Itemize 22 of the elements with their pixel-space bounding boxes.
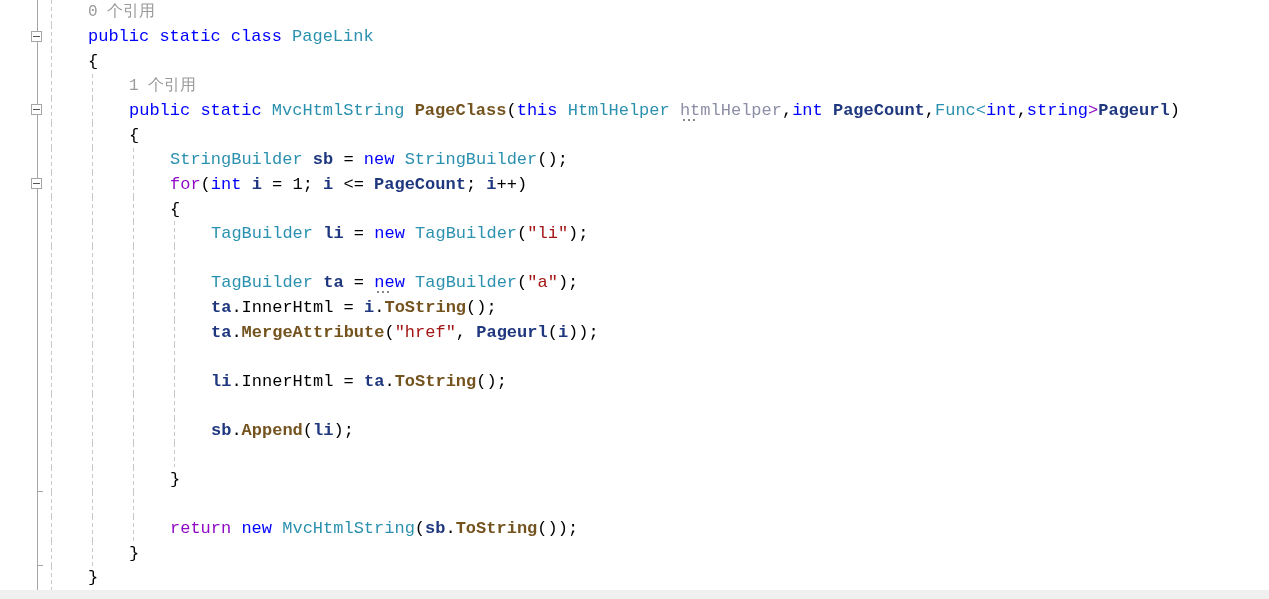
collapse-icon[interactable] (31, 104, 42, 116)
code-line: ta.MergeAttribute("href", Pageurl(i)); (211, 321, 599, 344)
code-line: li.InnerHtml = ta.ToString(); (211, 370, 507, 393)
code-line: public static class PageLink (88, 26, 374, 49)
code-line: TagBuilder li = new TagBuilder("li"); (211, 223, 589, 246)
code-line: public static MvcHtmlString PageClass(this HtmlHelper htmlHelper,int PageCount,Func<int,string>Pageurl) (129, 100, 1180, 124)
code-line: for(int i = 1; i <= PageCount; i++) (170, 173, 528, 196)
code-line: } (88, 567, 99, 590)
code-line: sb.Append(li); (211, 419, 354, 442)
code-line: { (88, 51, 99, 73)
code-line: } (129, 542, 140, 565)
collapse-icon[interactable] (31, 178, 42, 190)
collapse-icon[interactable] (31, 30, 42, 42)
reference-count-link[interactable]: 0 个引用 (88, 0, 156, 25)
code-line: return new MvcHtmlString(sb.ToString()); (170, 518, 579, 541)
code-line: { (129, 124, 140, 147)
code-line: } (170, 469, 181, 492)
code-line: StringBuilder sb = new StringBuilder(); (170, 149, 568, 172)
code-line: TagBuilder ta = new TagBuilder("a"); (211, 272, 579, 296)
reference-count-link[interactable]: 1 个引用 (129, 73, 197, 99)
code-line: ta.InnerHtml = i.ToString(); (211, 296, 497, 319)
code-line: { (170, 198, 181, 221)
